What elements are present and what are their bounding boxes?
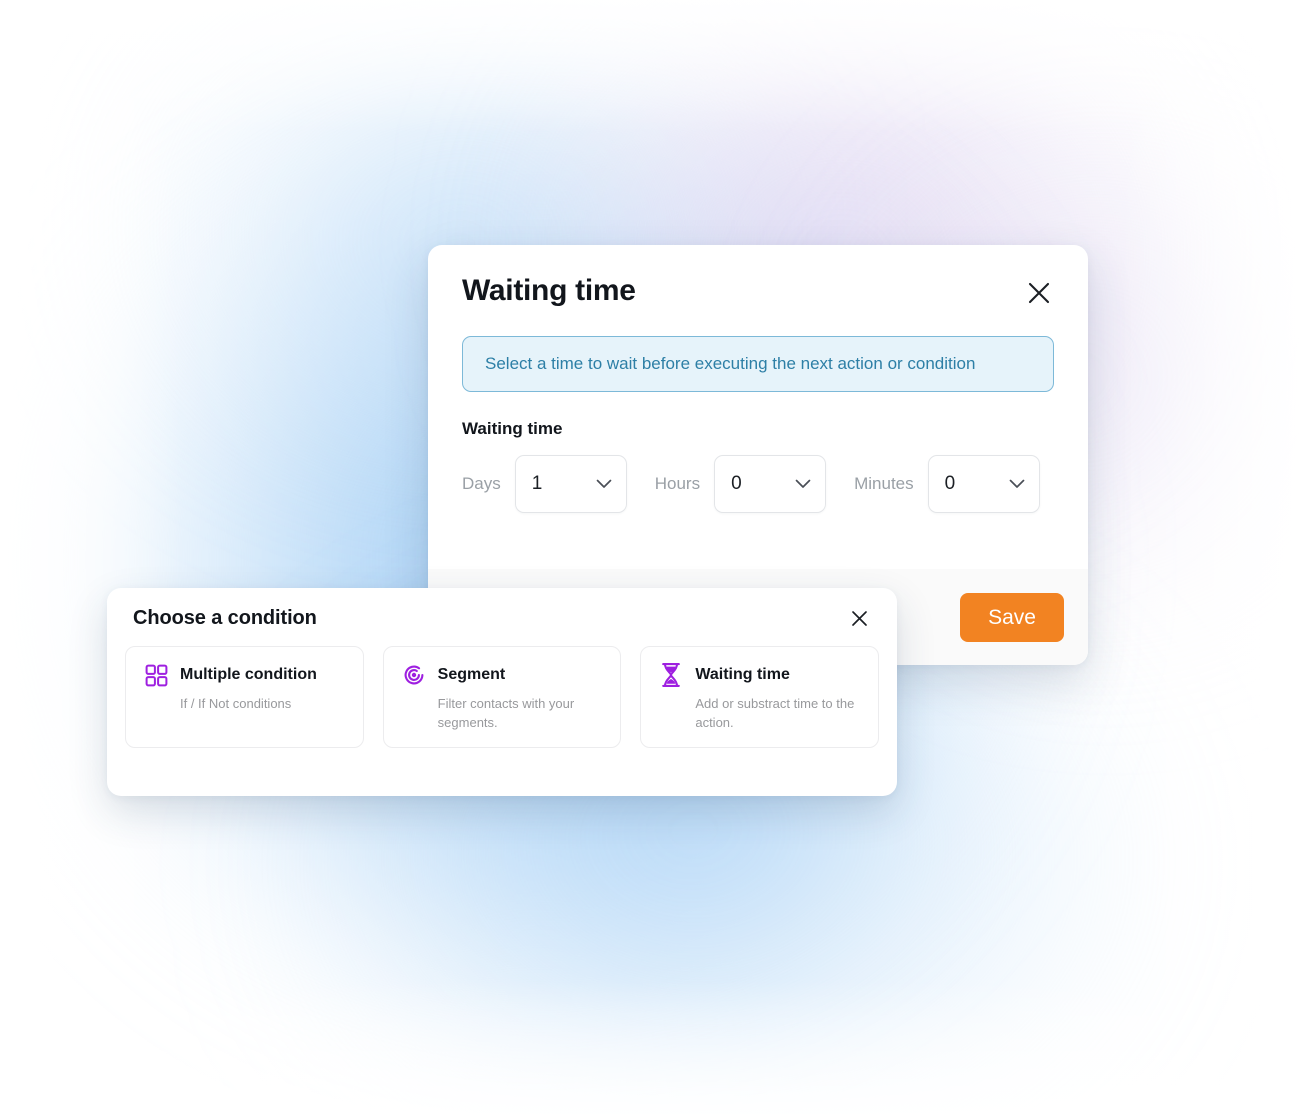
grid-2x2-icon [144, 662, 168, 688]
chevron-down-icon [795, 479, 811, 489]
chevron-down-icon [596, 479, 612, 489]
condition-card-segment[interactable]: Segment Filter contacts with your segmen… [382, 646, 622, 748]
minutes-select[interactable]: 0 [927, 455, 1040, 514]
condition-card-title: Segment [437, 666, 506, 683]
segment-spiral-icon [402, 662, 426, 688]
hours-label: Hours [654, 474, 701, 494]
card-header: Waiting time [659, 662, 860, 688]
waiting-time-field-label: Waiting time [462, 419, 563, 439]
modal-header: Waiting time [428, 245, 1088, 309]
condition-card-description: If / If Not conditions [180, 696, 292, 711]
minutes-value: 0 [944, 473, 956, 495]
days-label: Days [462, 474, 501, 494]
condition-panel-header: Choose a condition [107, 588, 897, 630]
waiting-time-controls: Days 1 Hours 0 Minutes 0 [462, 455, 1054, 514]
condition-card-description: Add or substract time to the action. [695, 696, 855, 730]
info-banner: Select a time to wait before executing t… [462, 335, 1054, 393]
condition-card-description: Filter contacts with your segments. [437, 696, 575, 730]
condition-panel-title: Choose a condition [133, 606, 317, 629]
page-title: Waiting time [462, 274, 636, 307]
condition-cards-row: Multiple condition If / If Not condition… [107, 630, 897, 748]
close-icon[interactable] [847, 606, 871, 630]
minutes-label: Minutes [854, 474, 914, 494]
card-header: Multiple condition [144, 662, 345, 688]
hourglass-icon [659, 662, 683, 688]
condition-card-title: Multiple condition [180, 666, 317, 683]
hours-value: 0 [731, 473, 742, 495]
days-select[interactable]: 1 [514, 455, 627, 514]
card-header: Segment [402, 662, 603, 688]
modal-body: Select a time to wait before executing t… [428, 335, 1088, 514]
condition-card-waiting-time[interactable]: Waiting time Add or substract time to th… [640, 646, 880, 748]
days-value: 1 [531, 473, 543, 495]
save-button[interactable]: Save [960, 592, 1064, 642]
condition-card-multiple-condition[interactable]: Multiple condition If / If Not condition… [125, 646, 364, 748]
hours-select[interactable]: 0 [714, 455, 827, 514]
chevron-down-icon [1009, 479, 1025, 489]
condition-card-title: Waiting time [695, 666, 790, 683]
close-icon[interactable] [1024, 278, 1054, 308]
choose-condition-panel: Choose a condition Multiple condition If… [107, 588, 897, 796]
